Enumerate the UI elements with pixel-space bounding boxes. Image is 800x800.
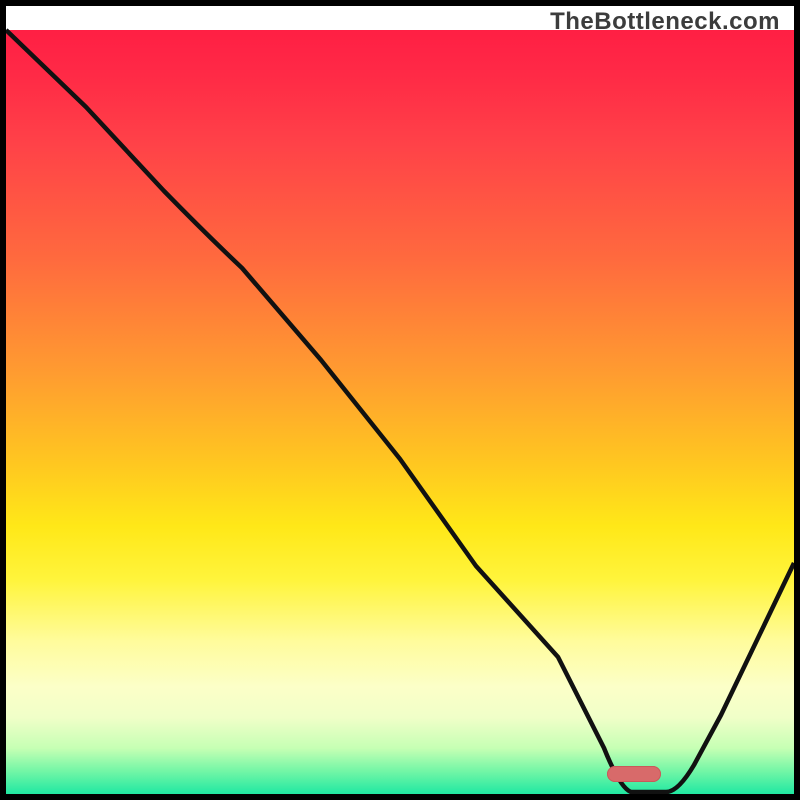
bottleneck-curve-line bbox=[6, 30, 794, 792]
curve-layer bbox=[6, 6, 794, 794]
chart-frame: TheBottleneck.com bbox=[0, 0, 800, 800]
plot-area bbox=[6, 6, 794, 794]
optimal-range-pill bbox=[607, 766, 661, 782]
watermark-text: TheBottleneck.com bbox=[550, 8, 780, 36]
